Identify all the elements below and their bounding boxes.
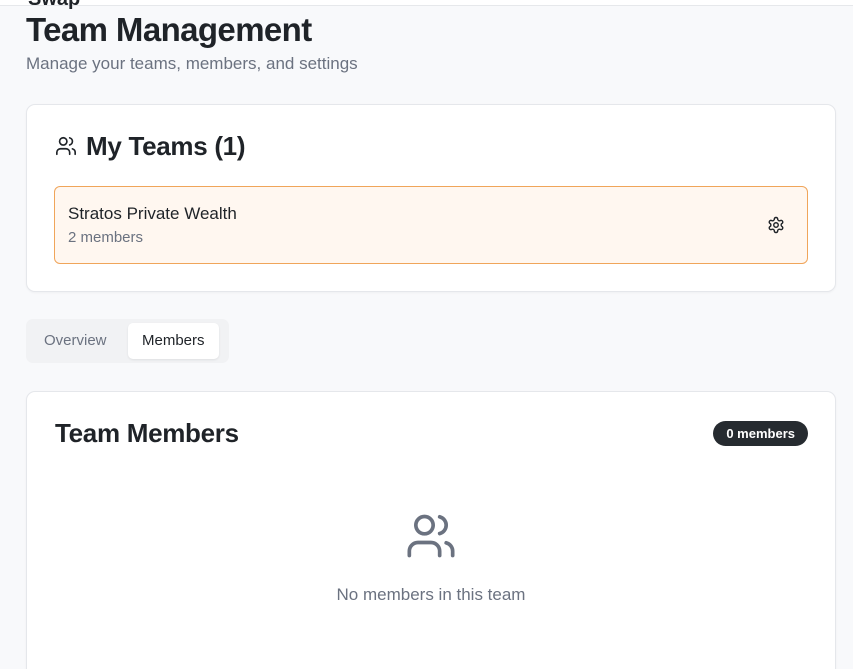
my-teams-card: My Teams (1) Stratos Private Wealth 2 me…: [26, 104, 836, 292]
team-members-card: Team Members 0 members No members in thi…: [26, 391, 836, 669]
page-title: Team Management: [26, 11, 312, 48]
team-tabs: Overview Members: [26, 319, 229, 363]
page-subtitle: Manage your teams, members, and settings: [26, 54, 358, 73]
my-teams-header: My Teams (1): [55, 131, 246, 161]
users-icon: [405, 510, 457, 562]
tab-members[interactable]: Members: [128, 323, 219, 359]
member-count-badge: 0 members: [713, 421, 808, 446]
users-icon: [55, 135, 77, 157]
tab-overview[interactable]: Overview: [30, 323, 121, 359]
empty-state-text: No members in this team: [336, 585, 526, 604]
team-members-title: Team Members: [55, 418, 239, 448]
team-item-stratos-private-wealth[interactable]: Stratos Private Wealth 2 members: [54, 186, 808, 264]
team-member-count: 2 members: [68, 229, 144, 246]
top-bar: [0, 0, 853, 6]
my-teams-title: My Teams (1): [86, 131, 246, 161]
page: Swap Team Management Manage your teams, …: [0, 0, 853, 669]
team-name: Stratos Private Wealth: [68, 204, 237, 223]
brand-name: Swap: [28, 0, 80, 10]
gear-icon[interactable]: [767, 216, 785, 234]
